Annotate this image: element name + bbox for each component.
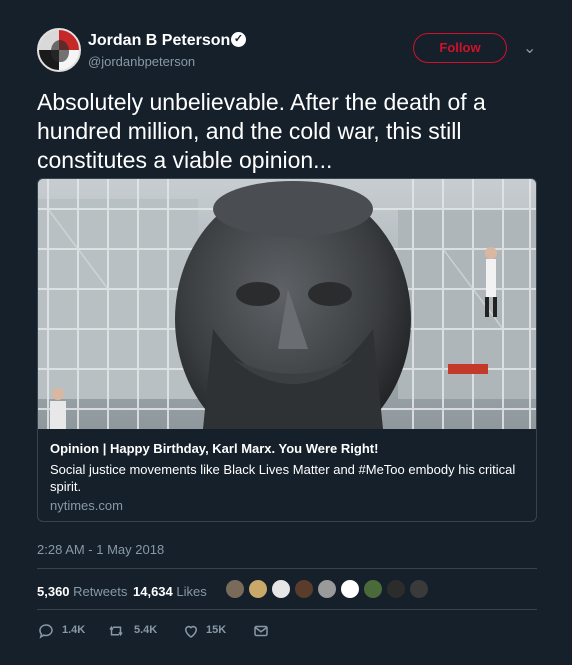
reply-icon[interactable] bbox=[37, 622, 55, 640]
liker-avatar[interactable] bbox=[363, 579, 383, 599]
link-card[interactable]: Opinion | Happy Birthday, Karl Marx. You… bbox=[37, 178, 537, 522]
author-handle[interactable]: @jordanbpeterson bbox=[88, 54, 195, 69]
author-name[interactable]: Jordan B Peterson bbox=[88, 32, 230, 50]
retweets-count: 5,360 bbox=[37, 584, 70, 599]
tweet-text: Absolutely unbelievable. After the death… bbox=[37, 89, 486, 173]
card-description: Social justice movements like Black Live… bbox=[50, 462, 516, 494]
chevron-down-icon[interactable]: ⌄ bbox=[523, 38, 536, 58]
tweet-actions: 1.4K 5.4K 15K bbox=[37, 622, 337, 644]
verified-badge-icon: ✓ bbox=[231, 32, 246, 47]
karl-marx-monument-photo[interactable] bbox=[38, 179, 536, 429]
heart-icon[interactable] bbox=[182, 622, 200, 640]
retweets-label: Retweets bbox=[73, 584, 128, 599]
avatar[interactable] bbox=[37, 28, 81, 72]
likes-count: 14,634 bbox=[133, 584, 173, 599]
liker-avatar[interactable] bbox=[386, 579, 406, 599]
liker-avatar[interactable] bbox=[225, 579, 245, 599]
tweet-timestamp[interactable]: 2:28 AM - 1 May 2018 bbox=[37, 542, 164, 557]
divider bbox=[37, 568, 537, 569]
card-domain: nytimes.com bbox=[50, 498, 123, 513]
retweets-stat[interactable]: 5,360 Retweets bbox=[37, 584, 127, 599]
retweet-count: 5.4K bbox=[134, 624, 158, 636]
like-count: 15K bbox=[206, 624, 227, 636]
liker-avatar[interactable] bbox=[340, 579, 360, 599]
likes-label: Likes bbox=[176, 584, 207, 599]
direct-message-icon[interactable] bbox=[252, 622, 270, 640]
liker-avatar[interactable] bbox=[248, 579, 268, 599]
engagement-stats: 5,360 Retweets 14,634 Likes bbox=[37, 577, 537, 607]
tweet-header: Jordan B Peterson ✓ @jordanbpeterson Fol… bbox=[37, 26, 547, 76]
likes-stat[interactable]: 14,634 Likes bbox=[133, 584, 207, 599]
divider bbox=[37, 609, 537, 610]
liker-avatar[interactable] bbox=[409, 579, 429, 599]
liker-avatar[interactable] bbox=[317, 579, 337, 599]
follow-button[interactable]: Follow bbox=[413, 33, 507, 63]
liker-avatar[interactable] bbox=[294, 579, 314, 599]
reply-count: 1.4K bbox=[62, 624, 86, 636]
liker-avatar[interactable] bbox=[271, 579, 291, 599]
card-title[interactable]: Opinion | Happy Birthday, Karl Marx. You… bbox=[50, 441, 378, 456]
retweet-icon[interactable] bbox=[107, 622, 125, 640]
